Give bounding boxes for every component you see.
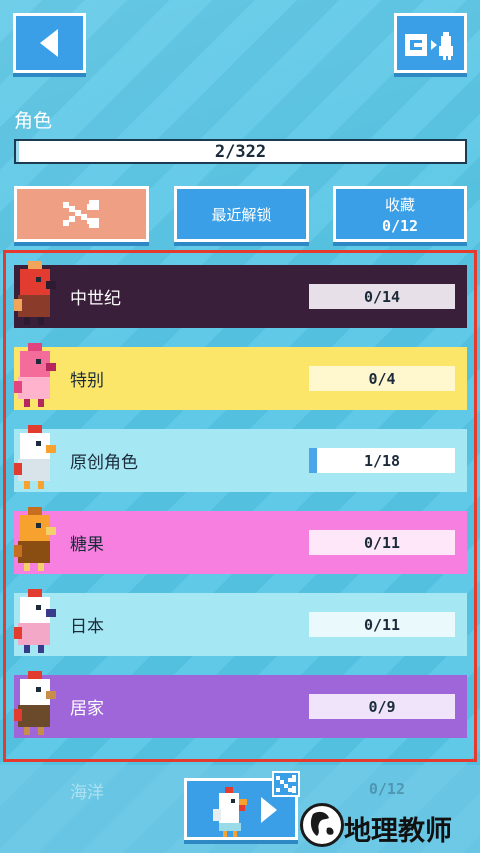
total-progress-text: 2/322 <box>214 142 267 162</box>
chicken-character-icon <box>213 787 247 837</box>
back-arrow-icon <box>40 29 58 57</box>
random-character-toggle[interactable] <box>272 771 300 797</box>
tab-recently-unlocked[interactable]: 最近解锁 <box>174 186 309 242</box>
tab-favorites-label: 收藏 <box>384 195 415 214</box>
character-switch-icon <box>405 32 453 60</box>
play-arrow-icon <box>261 797 277 823</box>
switch-character-button[interactable] <box>394 13 467 73</box>
watermark-text: 地理教师 <box>344 816 452 847</box>
back-button[interactable] <box>13 13 86 73</box>
partial-category-count: 0/12 <box>368 780 405 798</box>
tab-favorites-count: 0/12 <box>381 216 419 235</box>
tab-favorites[interactable]: 收藏 0/12 <box>333 186 467 242</box>
tab-shuffle[interactable] <box>14 186 149 242</box>
tab-recent-label: 最近解锁 <box>211 205 272 224</box>
globe-logo-icon <box>300 803 344 847</box>
watermark: 地理教师 <box>296 803 480 853</box>
shuffle-small-icon <box>276 775 296 793</box>
highlight-outline <box>3 250 477 762</box>
shuffle-icon <box>62 200 99 228</box>
partial-category-name: 海洋 <box>70 783 104 803</box>
total-progress-bar: 2/322 <box>14 139 467 164</box>
page-title: 角色 <box>14 110 53 132</box>
